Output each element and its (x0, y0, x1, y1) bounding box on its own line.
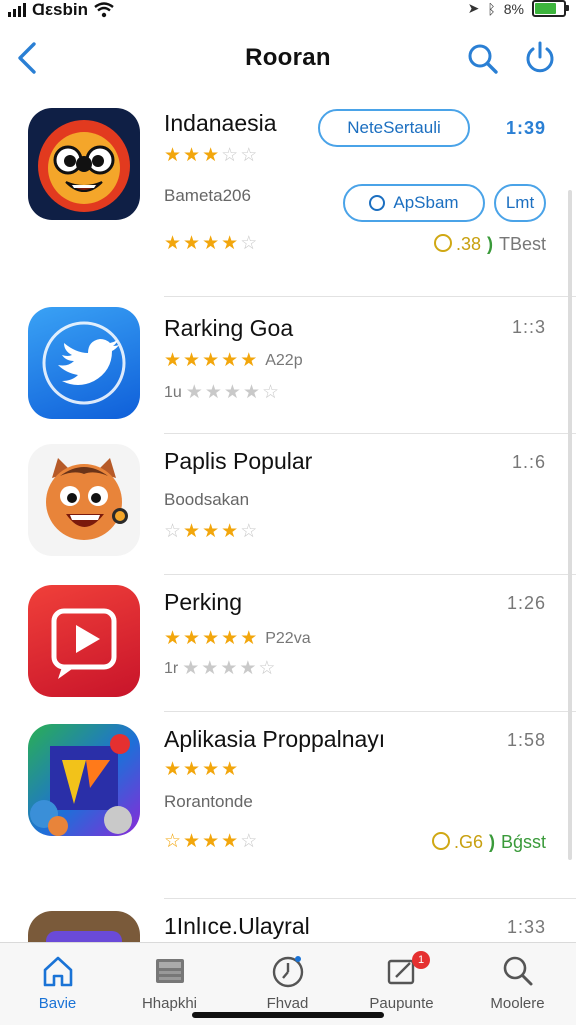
power-icon[interactable] (522, 40, 558, 76)
star-rating: ☆ ★ ★ ★ ☆ (164, 521, 258, 542)
carrier-label: Ɑεsbin (32, 0, 88, 19)
tab-label: Paupunte (369, 995, 434, 1012)
cartoon-animal-icon[interactable] (28, 444, 140, 556)
app-time: 1::3 (511, 317, 546, 337)
star-rating-secondary: 1r ★ ★ ★ ★ ☆ (164, 658, 276, 679)
cartoon-face-icon[interactable] (28, 108, 140, 220)
tab-label: Moolere (490, 995, 545, 1012)
library-icon (155, 959, 184, 983)
scrollbar[interactable] (568, 190, 572, 860)
limit-button[interactable]: Lmt (494, 184, 546, 222)
list-item[interactable]: Paplis Popular 1.:6 Boodsakan ☆ ★ ★ ★ ☆ (0, 434, 576, 574)
status-left: Ɑεsbin (8, 0, 114, 20)
status-bar: Ɑεsbin ➤ ᛒ 8% (0, 0, 576, 22)
score-value: .G6 (431, 832, 483, 853)
install-pill-button[interactable]: NeteSertauli (318, 109, 470, 147)
star-rating: ★ ★ ★ ★ (164, 759, 239, 780)
rating-prefix: 1r (164, 660, 179, 677)
star-rating-secondary: 1u ★ ★ ★ ★ ☆ (164, 382, 280, 403)
pill-label: ApSbam (393, 193, 459, 212)
app-name[interactable]: Aplikasia Proppalnayı (164, 726, 385, 753)
rating-text: P22va (265, 630, 311, 647)
tab-search[interactable]: Moolere (460, 943, 575, 1025)
score-bracket: ) (486, 234, 493, 254)
list-item[interactable]: 1Inlıce.Ulayral 1:33 (0, 899, 576, 943)
app-time: 1:39 (505, 118, 546, 138)
app-time: 1:26 (506, 593, 546, 613)
app-name[interactable]: Rarking Goa (164, 315, 293, 342)
partial-app-icon[interactable] (28, 911, 140, 943)
list-item[interactable]: Rarking Goa 1::3 ★ ★ ★ ★ ★ A22p 1u ★ ★ ★ ★ ☆ (0, 297, 576, 433)
star-rating: ★ ★ ★ ★ ★ P22va (164, 628, 311, 649)
score-value: .38 (433, 234, 481, 255)
circle-icon (369, 195, 386, 211)
clock-icon (272, 956, 303, 988)
signal-icon (8, 3, 26, 17)
search-icon (503, 956, 532, 986)
battery-percent: 8% (503, 0, 524, 17)
navigation-bar: Rooran (0, 30, 576, 90)
search-icon[interactable] (466, 42, 500, 76)
score-bracket: ) (488, 832, 495, 852)
app-name[interactable]: Perking (164, 589, 242, 616)
list-item[interactable]: Aplikasia Proppalnayı 1:58 ★ ★ ★ ★ Roranton… (0, 712, 576, 898)
star-rating: ★ ★ ★ ☆ ☆ (164, 145, 258, 166)
bird-icon[interactable] (28, 307, 140, 419)
app-time: 1:33 (506, 917, 546, 937)
score-label: TBest (498, 234, 546, 254)
location-icon: ➤ (467, 0, 480, 16)
star-rating: ★ ★ ★ ★ ★ A22p (164, 350, 303, 371)
app-name[interactable]: Paplis Popular (164, 448, 312, 475)
game-collage-icon[interactable] (28, 724, 140, 836)
list-item[interactable]: Perking 1:26 ★ ★ ★ ★ ★ P22va 1r ★ ★ ★ ★ ☆ (0, 575, 576, 711)
tab-home[interactable]: Bavie (0, 943, 115, 1025)
app-name[interactable]: 1Inlıce.Ulayral (164, 913, 310, 940)
app-subtitle: Bameta206 (164, 186, 251, 205)
rating-prefix: 1u (164, 384, 182, 401)
star-rating: ★ ★ ★ ★ ☆ (164, 233, 258, 254)
pill-label: NeteSertauli (347, 118, 441, 137)
home-indicator[interactable] (192, 1012, 384, 1018)
pill-label: Lmt (505, 193, 535, 212)
rating-text: A22p (265, 352, 303, 369)
battery-icon (532, 0, 569, 17)
app-time: 1.:6 (511, 452, 546, 472)
app-name[interactable]: Indanaesia (164, 110, 277, 137)
tab-label: Bavie (38, 995, 77, 1012)
score-info: .G6 ) Bǵsst (431, 832, 546, 853)
tab-label: Fhvad (266, 995, 309, 1012)
notification-badge: 1 (412, 951, 430, 969)
tab-label: Hhapkhi (141, 995, 198, 1012)
play-icon[interactable] (28, 585, 140, 697)
app-sbam-button[interactable]: ApSbam (343, 184, 485, 222)
list-item[interactable]: Indanaesia NeteSertauli 1:39 ★ ★ ★ ☆ ☆ Bamet… (0, 92, 576, 296)
app-subtitle: Boodsakan (164, 490, 250, 509)
app-time: 1:58 (506, 730, 546, 750)
bluetooth-icon: ᛒ (487, 0, 496, 17)
status-right: ➤ ᛒ 8% (467, 0, 569, 17)
score-label: Bǵsst (500, 832, 546, 852)
home-icon (43, 956, 72, 987)
wifi-icon (94, 2, 114, 18)
app-subtitle: Rorantonde (164, 792, 253, 811)
star-rating-secondary: ☆ ★ ★ ★ ☆ (164, 831, 258, 852)
score-info: .38 ) TBest (433, 234, 546, 255)
